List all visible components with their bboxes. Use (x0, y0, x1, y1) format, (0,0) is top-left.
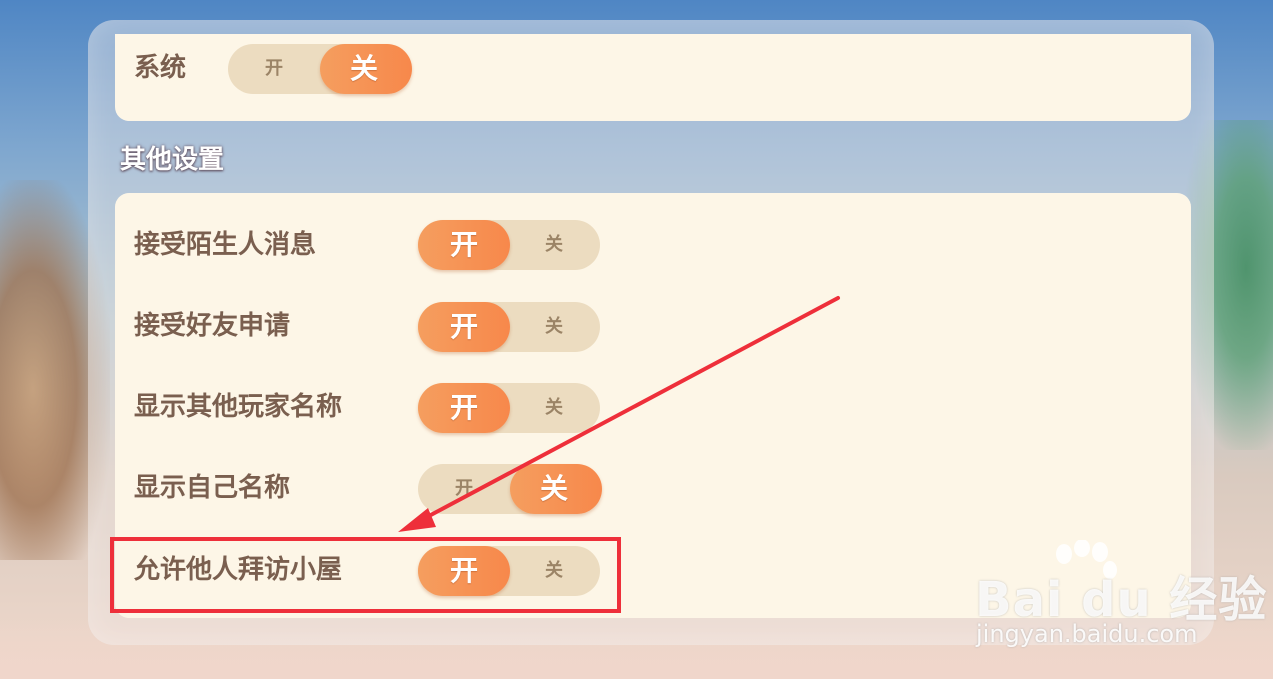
watermark-url: jingyan.baidu.com (976, 620, 1198, 648)
